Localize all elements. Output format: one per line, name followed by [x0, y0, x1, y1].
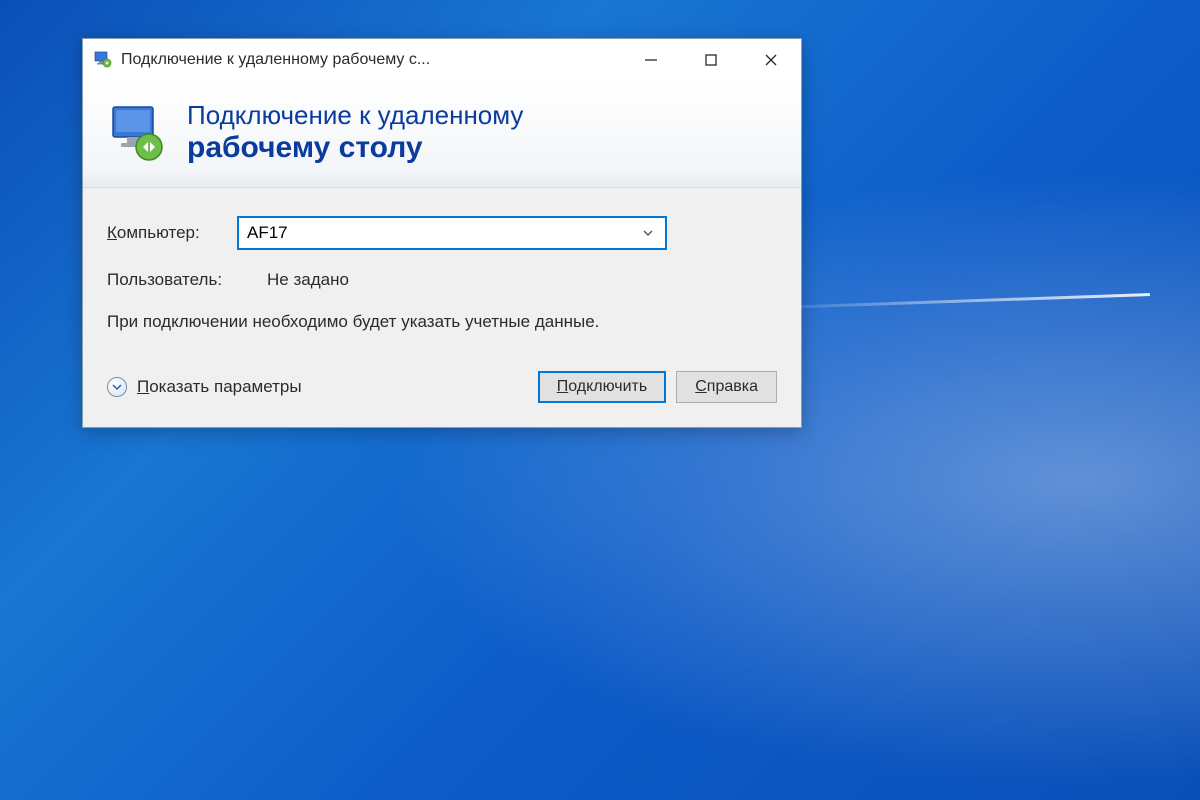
rdp-dialog-window: Подключение к удаленному рабочему с... [82, 38, 802, 428]
user-value: Не задано [267, 270, 349, 290]
minimize-button[interactable] [621, 39, 681, 81]
window-controls [621, 39, 801, 81]
computer-combobox[interactable] [237, 216, 667, 250]
titlebar[interactable]: Подключение к удаленному рабочему с... [83, 39, 801, 81]
help-button[interactable]: Справка [676, 371, 777, 403]
window-title: Подключение к удаленному рабочему с... [121, 51, 621, 69]
user-label: Пользователь: [107, 270, 237, 290]
rdp-logo-icon [107, 103, 167, 163]
computer-input[interactable] [247, 223, 639, 243]
footer: Показать параметры Подключить Справка [107, 371, 777, 403]
computer-label: Компьютер: [107, 223, 237, 243]
banner-text: Подключение к удаленному рабочему столу [187, 101, 523, 165]
chevron-down-icon[interactable] [639, 227, 657, 239]
show-options-link[interactable]: Показать параметры [107, 377, 302, 397]
computer-row: Компьютер: [107, 216, 777, 250]
banner-title-line1: Подключение к удаленному [187, 101, 523, 131]
maximize-button[interactable] [681, 39, 741, 81]
expand-down-icon [107, 377, 127, 397]
content-area: Компьютер: Пользователь: Не задано При п… [83, 188, 801, 427]
banner-title-line2: рабочему столу [187, 131, 523, 166]
user-row: Пользователь: Не задано [107, 270, 777, 290]
close-button[interactable] [741, 39, 801, 81]
header-banner: Подключение к удаленному рабочему столу [83, 81, 801, 188]
credentials-hint: При подключении необходимо будет указать… [107, 310, 777, 335]
connect-button[interactable]: Подключить [538, 371, 666, 403]
app-icon [93, 50, 113, 70]
show-options-label: Показать параметры [137, 377, 302, 397]
